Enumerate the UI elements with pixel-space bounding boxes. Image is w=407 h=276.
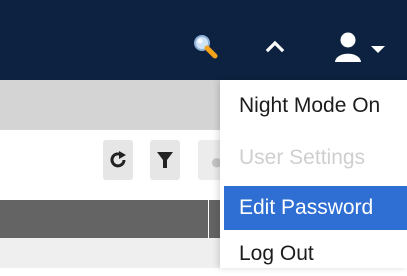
refresh-button[interactable] (103, 140, 133, 180)
filter-button[interactable] (150, 140, 180, 180)
top-navigation-bar (0, 0, 407, 80)
grid-row[interactable] (0, 238, 220, 268)
search-tool-icon[interactable] (192, 33, 218, 59)
grid-column-divider[interactable] (208, 200, 209, 238)
filter-icon (157, 152, 173, 168)
grid-header (0, 200, 220, 238)
partially-hidden-toolbar-button[interactable]: ● (198, 140, 223, 180)
sub-header-bar (0, 80, 220, 130)
menu-item-user-settings: User Settings (239, 146, 366, 169)
user-dropdown-menu: Night Mode On User Settings Edit Passwor… (220, 80, 407, 268)
menu-item-log-out[interactable]: Log Out (224, 232, 407, 276)
chevron-up-icon[interactable] (264, 36, 286, 56)
caret-down-icon (371, 46, 385, 53)
menu-item-night-mode[interactable]: Night Mode On (224, 84, 407, 128)
refresh-icon (110, 151, 126, 168)
user-menu-button[interactable] (334, 31, 404, 65)
menu-item-edit-password[interactable]: Edit Password (224, 186, 407, 230)
user-icon (335, 32, 361, 62)
